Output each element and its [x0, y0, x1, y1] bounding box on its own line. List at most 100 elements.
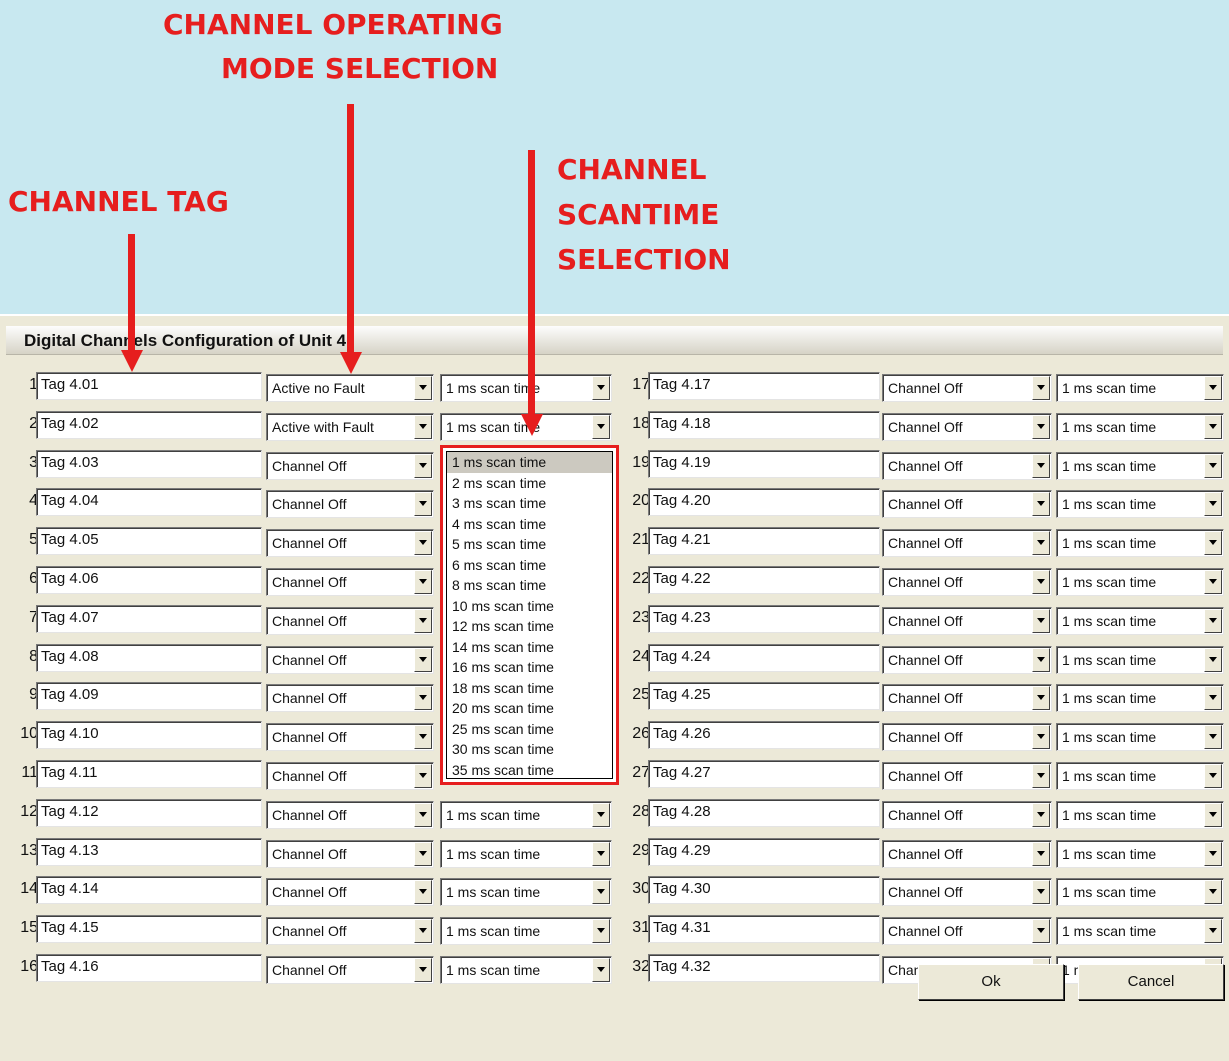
chevron-down-icon[interactable]: [414, 647, 432, 672]
scan-time-option[interactable]: 16 ms scan time: [447, 657, 612, 678]
channel-tag-input[interactable]: Tag 4.08: [36, 643, 262, 672]
chevron-down-icon[interactable]: [1204, 880, 1222, 905]
cancel-button[interactable]: Cancel: [1078, 964, 1224, 1000]
channel-scan-select[interactable]: 1 ms scan time: [1056, 645, 1224, 674]
chevron-down-icon[interactable]: [1032, 376, 1050, 400]
channel-mode-select[interactable]: Channel Off: [882, 412, 1052, 441]
chevron-down-icon[interactable]: [414, 958, 432, 982]
scan-time-option[interactable]: 30 ms scan time: [447, 739, 612, 760]
scan-time-option[interactable]: 12 ms scan time: [447, 616, 612, 637]
chevron-down-icon[interactable]: [1032, 570, 1050, 594]
chevron-down-icon[interactable]: [414, 841, 432, 866]
chevron-down-icon[interactable]: [1204, 647, 1222, 672]
channel-mode-select[interactable]: Channel Off: [266, 956, 434, 984]
channel-scan-select[interactable]: 1 ms scan time: [440, 917, 612, 946]
scan-time-dropdown-list[interactable]: 1 ms scan time 2 ms scan time 3 ms scan ti…: [440, 445, 619, 785]
channel-mode-select[interactable]: Channel Off: [266, 878, 434, 907]
chevron-down-icon[interactable]: [592, 802, 610, 827]
channel-mode-select[interactable]: Channel Off: [882, 645, 1052, 674]
channel-tag-input[interactable]: Tag 4.29: [648, 837, 880, 866]
channel-scan-select[interactable]: 1 ms scan time: [1056, 878, 1224, 907]
channel-mode-select[interactable]: Channel Off: [266, 762, 434, 790]
chevron-down-icon[interactable]: [414, 376, 432, 400]
channel-tag-input[interactable]: Tag 4.02: [36, 410, 262, 439]
channel-tag-input[interactable]: Tag 4.09: [36, 682, 262, 711]
channel-scan-select[interactable]: 1 ms scan time: [1056, 723, 1224, 752]
ok-button[interactable]: Ok: [918, 964, 1064, 1000]
chevron-down-icon[interactable]: [1032, 764, 1050, 788]
chevron-down-icon[interactable]: [592, 414, 610, 439]
chevron-down-icon[interactable]: [1032, 686, 1050, 711]
chevron-down-icon[interactable]: [1032, 919, 1050, 944]
channel-scan-select[interactable]: 1 ms scan time: [440, 839, 612, 868]
chevron-down-icon[interactable]: [592, 880, 610, 905]
chevron-down-icon[interactable]: [1204, 802, 1222, 827]
scan-time-option[interactable]: 18 ms scan time: [447, 678, 612, 699]
chevron-down-icon[interactable]: [1204, 570, 1222, 594]
scan-time-option[interactable]: 5 ms scan time: [447, 534, 612, 555]
scan-time-option[interactable]: 20 ms scan time: [447, 698, 612, 719]
channel-tag-input[interactable]: Tag 4.04: [36, 488, 262, 517]
chevron-down-icon[interactable]: [1204, 841, 1222, 866]
chevron-down-icon[interactable]: [414, 725, 432, 750]
chevron-down-icon[interactable]: [1032, 880, 1050, 905]
channel-mode-select[interactable]: Channel Off: [266, 723, 434, 752]
channel-tag-input[interactable]: Tag 4.22: [648, 566, 880, 594]
channel-tag-input[interactable]: Tag 4.30: [648, 876, 880, 905]
chevron-down-icon[interactable]: [414, 608, 432, 633]
channel-tag-input[interactable]: Tag 4.27: [648, 760, 880, 788]
channel-mode-select[interactable]: Active no Fault: [266, 374, 434, 402]
channel-mode-select[interactable]: Channel Off: [882, 568, 1052, 596]
channel-scan-select[interactable]: 1 ms scan time: [440, 878, 612, 907]
chevron-down-icon[interactable]: [1032, 725, 1050, 750]
channel-tag-input[interactable]: Tag 4.14: [36, 876, 262, 905]
channel-tag-input[interactable]: Tag 4.01: [36, 372, 262, 400]
channel-mode-select[interactable]: Channel Off: [882, 374, 1052, 402]
channel-tag-input[interactable]: Tag 4.16: [36, 954, 262, 982]
channel-mode-select[interactable]: Channel Off: [266, 917, 434, 946]
channel-tag-input[interactable]: Tag 4.10: [36, 721, 262, 750]
channel-tag-input[interactable]: Tag 4.21: [648, 527, 880, 556]
scan-time-option[interactable]: 35 ms scan time: [447, 760, 612, 781]
scan-time-option[interactable]: 14 ms scan time: [447, 637, 612, 658]
channel-scan-select[interactable]: 1 ms scan time: [1056, 451, 1224, 480]
channel-mode-select[interactable]: Channel Off: [266, 645, 434, 674]
chevron-down-icon[interactable]: [1204, 919, 1222, 944]
chevron-down-icon[interactable]: [1032, 414, 1050, 439]
channel-mode-select[interactable]: Channel Off: [882, 762, 1052, 790]
channel-mode-select[interactable]: Active with Fault: [266, 412, 434, 441]
channel-mode-select[interactable]: Channel Off: [882, 878, 1052, 907]
channel-tag-input[interactable]: Tag 4.32: [648, 954, 880, 982]
channel-tag-input[interactable]: Tag 4.05: [36, 527, 262, 556]
channel-tag-input[interactable]: Tag 4.24: [648, 643, 880, 672]
chevron-down-icon[interactable]: [414, 919, 432, 944]
channel-scan-select[interactable]: 1 ms scan time: [1056, 800, 1224, 829]
channel-mode-select[interactable]: Channel Off: [882, 839, 1052, 868]
channel-mode-select[interactable]: Channel Off: [882, 917, 1052, 946]
scan-time-option[interactable]: 2 ms scan time: [447, 473, 612, 494]
channel-scan-select[interactable]: 1 ms scan time: [440, 374, 612, 402]
chevron-down-icon[interactable]: [1204, 686, 1222, 711]
channel-mode-select[interactable]: Channel Off: [266, 684, 434, 713]
chevron-down-icon[interactable]: [1204, 764, 1222, 788]
scan-time-option[interactable]: 25 ms scan time: [447, 719, 612, 740]
channel-tag-input[interactable]: Tag 4.17: [648, 372, 880, 400]
chevron-down-icon[interactable]: [592, 376, 610, 400]
chevron-down-icon[interactable]: [414, 802, 432, 827]
chevron-down-icon[interactable]: [414, 570, 432, 594]
channel-tag-input[interactable]: Tag 4.20: [648, 488, 880, 517]
channel-scan-select[interactable]: 1 ms scan time: [440, 956, 612, 984]
channel-scan-select[interactable]: 1 ms scan time: [1056, 568, 1224, 596]
scan-time-option[interactable]: 4 ms scan time: [447, 514, 612, 535]
scan-time-option[interactable]: 8 ms scan time: [447, 575, 612, 596]
chevron-down-icon[interactable]: [1032, 531, 1050, 556]
channel-mode-select[interactable]: Channel Off: [882, 529, 1052, 558]
scan-time-option[interactable]: 6 ms scan time: [447, 555, 612, 576]
chevron-down-icon[interactable]: [1032, 608, 1050, 633]
channel-mode-select[interactable]: Channel Off: [882, 490, 1052, 519]
chevron-down-icon[interactable]: [592, 958, 610, 982]
chevron-down-icon[interactable]: [414, 453, 432, 478]
chevron-down-icon[interactable]: [414, 764, 432, 788]
chevron-down-icon[interactable]: [1032, 802, 1050, 827]
channel-tag-input[interactable]: Tag 4.12: [36, 798, 262, 827]
